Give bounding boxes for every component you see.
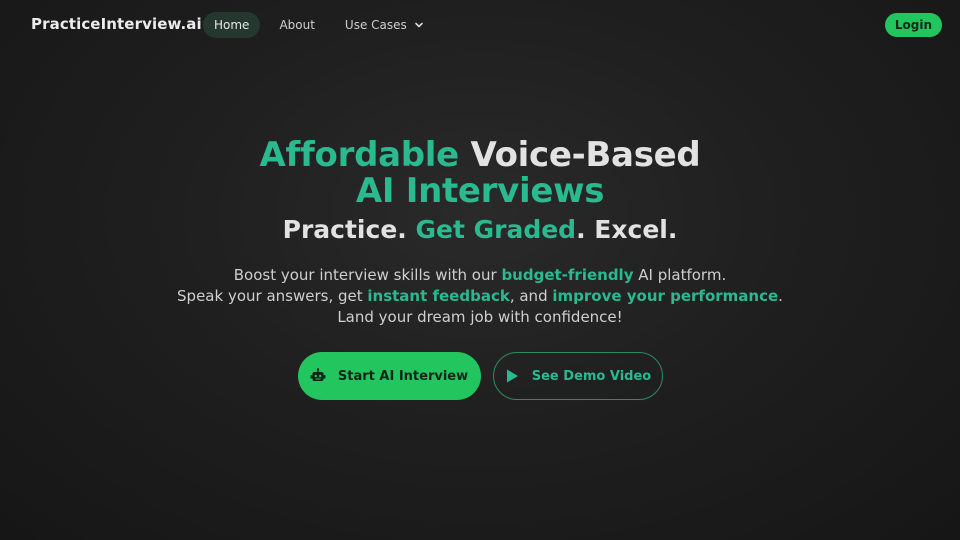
chevron-down-icon <box>414 22 423 28</box>
hero-subtitle-2: Get Graded <box>415 215 577 244</box>
hero-subtitle-3: . Excel. <box>576 215 678 244</box>
start-ai-interview-button[interactable]: Start AI Interview <box>297 352 481 400</box>
hero-description: Boost your interview skills with our bud… <box>0 265 960 328</box>
robot-icon <box>310 368 326 381</box>
hero-section: Affordable Voice-Based AI Interviews Pra… <box>0 137 960 328</box>
login-button[interactable]: Login <box>884 13 942 37</box>
play-icon <box>506 369 518 383</box>
hero-subtitle-1: Practice. <box>282 215 416 244</box>
desc-text: Boost your interview skills with our <box>233 266 502 284</box>
hero-title-accent: Affordable <box>259 135 460 175</box>
nav-links: Home About Use Cases <box>203 12 444 38</box>
desc-line-1: Boost your interview skills with our bud… <box>0 265 960 286</box>
desc-highlight: improve your performance <box>552 287 779 305</box>
desc-highlight: instant feedback <box>367 287 510 305</box>
brand-logo[interactable]: PracticeInterview.ai <box>31 15 202 33</box>
cta-group: Start AI Interview See Demo Video <box>0 352 960 400</box>
see-demo-video-label: See Demo Video <box>531 368 652 384</box>
desc-text: AI platform. <box>633 266 727 284</box>
see-demo-video-button[interactable]: See Demo Video <box>492 352 663 400</box>
desc-text: . <box>778 287 783 305</box>
start-ai-interview-label: Start AI Interview <box>337 368 469 384</box>
nav-home-label: Home <box>214 18 250 32</box>
nav-about-label: About <box>279 18 315 32</box>
nav-use-cases-label: Use Cases <box>344 18 407 32</box>
desc-line-2: Speak your answers, get instant feedback… <box>0 286 960 307</box>
hero-title-line2: AI Interviews <box>355 171 605 211</box>
top-navbar: PracticeInterview.ai Home About Use Case… <box>0 0 960 50</box>
desc-highlight: budget-friendly <box>501 266 634 284</box>
desc-text: , and <box>509 287 553 305</box>
hero-subtitle: Practice. Get Graded. Excel. <box>0 215 960 245</box>
nav-about-link[interactable]: About <box>268 12 325 38</box>
hero-title-rest: Voice-Based <box>458 135 701 175</box>
hero-title: Affordable Voice-Based AI Interviews <box>0 137 960 209</box>
desc-text: Speak your answers, get <box>177 287 368 305</box>
desc-line-3: Land your dream job with confidence! <box>337 308 623 326</box>
nav-home-link[interactable]: Home <box>203 12 261 38</box>
nav-use-cases-dropdown[interactable]: Use Cases <box>334 12 436 38</box>
